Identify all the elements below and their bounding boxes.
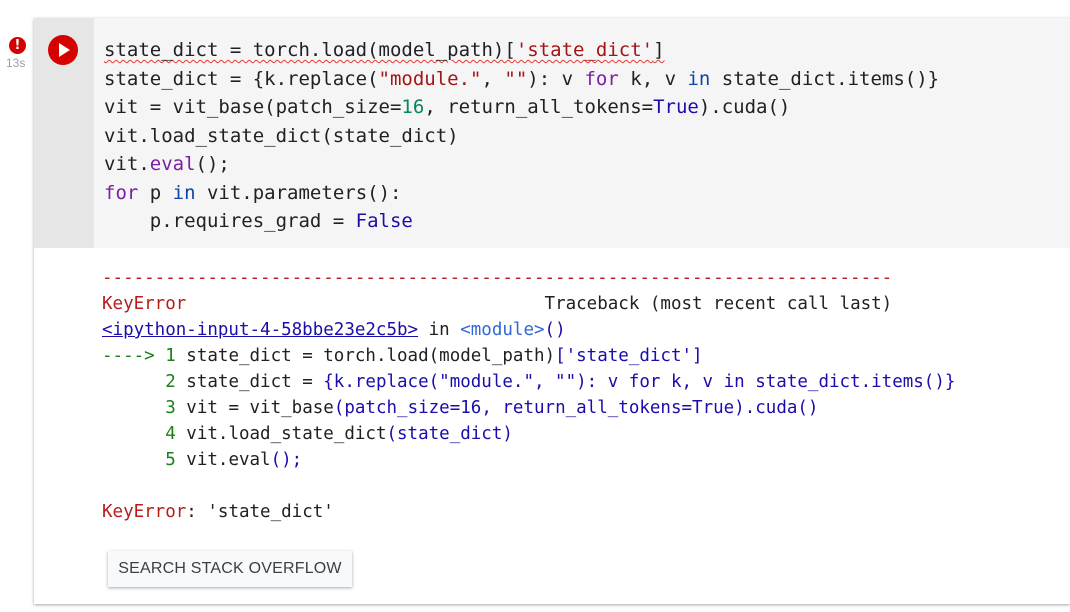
- code-line-3: vit = vit_base(patch_size=16, return_all…: [104, 96, 791, 118]
- search-stack-overflow-button[interactable]: SEARCH STACK OVERFLOW: [108, 551, 352, 587]
- execution-time: 13s: [6, 56, 26, 70]
- cell-output: ----------------------------------------…: [102, 265, 955, 525]
- run-column: [34, 18, 94, 248]
- code-line-6: for p in vit.parameters():: [104, 181, 402, 204]
- ipython-input-link[interactable]: <ipython-input-4-58bbe23e2c5b>: [102, 320, 418, 340]
- code-line-5: vit.eval();: [104, 153, 230, 175]
- traceback-separator: ----------------------------------------…: [102, 268, 893, 288]
- code-cell[interactable]: state_dict = torch.load(model_path)['sta…: [34, 18, 1070, 604]
- code-line-1: state_dict = torch.load(model_path)['sta…: [104, 39, 665, 61]
- run-cell-button[interactable]: [48, 35, 78, 65]
- code-line-2: state_dict = {k.replace("module.", ""): …: [104, 67, 940, 90]
- code-text: state_dict = torch.load(model_path)['sta…: [104, 36, 939, 236]
- cell-gutter: ! 13s: [0, 0, 34, 612]
- play-icon: [59, 43, 70, 57]
- traceback-line-4: 4 vit.load_state_dict(state_dict): [102, 424, 513, 444]
- traceback-line-5: 5 vit.eval();: [102, 450, 303, 470]
- traceback-location: <ipython-input-4-58bbe23e2c5b> in <modul…: [102, 320, 566, 340]
- code-line-4: vit.load_state_dict(state_dict): [104, 124, 459, 147]
- error-message: KeyError: 'state_dict': [102, 502, 334, 522]
- traceback-line-3: 3 vit = vit_base(patch_size=16, return_a…: [102, 398, 819, 418]
- code-line-7: p.requires_grad = False: [104, 210, 413, 232]
- error-status-icon: !: [9, 37, 26, 54]
- code-editor[interactable]: state_dict = torch.load(model_path)['sta…: [94, 18, 1070, 248]
- traceback-line-1: ----> 1 state_dict = torch.load(model_pa…: [102, 346, 703, 366]
- traceback-line-2: 2 state_dict = {k.replace("module.", "")…: [102, 372, 956, 392]
- traceback-header: KeyError Traceback (most recent call las…: [102, 294, 893, 314]
